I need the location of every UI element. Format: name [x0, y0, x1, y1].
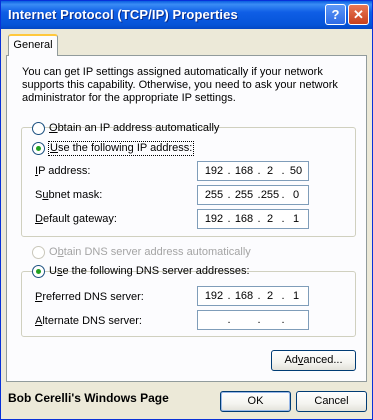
use-following-ip-option[interactable]: Use the following IP address:: [32, 141, 195, 156]
advanced-button[interactable]: Advanced...: [271, 350, 356, 371]
ip-address-input[interactable]: 192. 168. 2. 50: [197, 161, 309, 181]
obtain-dns-auto-radio[interactable]: [32, 246, 45, 259]
ok-button[interactable]: OK: [220, 391, 291, 412]
obtain-ip-auto-radio[interactable]: [32, 122, 45, 135]
use-following-dns-radio[interactable]: [32, 265, 45, 278]
preferred-dns-label: Preferred DNS server:: [35, 291, 144, 303]
tab-general[interactable]: General: [8, 34, 58, 56]
default-gateway-label: Default gateway:: [35, 213, 117, 225]
subnet-mask-input[interactable]: 255. 255. 255. 0: [197, 185, 309, 205]
preferred-dns-input[interactable]: 192. 168. 2. 1: [197, 286, 309, 306]
obtain-ip-auto-option[interactable]: Obtain an IP address automatically: [32, 122, 219, 136]
use-following-ip-label: Use the following IP address:: [47, 141, 195, 156]
title-bar[interactable]: Internet Protocol (TCP/IP) Properties ? …: [1, 1, 372, 29]
use-following-dns-option[interactable]: Use the following DNS server addresses:: [32, 265, 250, 279]
obtain-ip-auto-label: Obtain an IP address automatically: [49, 122, 220, 134]
close-button[interactable]: ✕: [348, 4, 369, 25]
footer-caption: Bob Cerelli's Windows Page: [8, 391, 169, 405]
tcpip-properties-dialog: Internet Protocol (TCP/IP) Properties ? …: [0, 0, 373, 420]
use-following-ip-radio[interactable]: [32, 142, 45, 155]
window-title: Internet Protocol (TCP/IP) Properties: [8, 7, 238, 22]
alternate-dns-label: Alternate DNS server:: [35, 315, 142, 327]
info-text: You can get IP settings assigned automat…: [22, 66, 338, 104]
cancel-button[interactable]: Cancel: [296, 391, 367, 412]
help-button[interactable]: ?: [325, 4, 346, 25]
default-gateway-input[interactable]: 192. 168. 2. 1: [197, 209, 309, 229]
alternate-dns-input[interactable]: . . .: [197, 310, 309, 330]
subnet-mask-label: Subnet mask:: [35, 189, 103, 201]
use-following-dns-label: Use the following DNS server addresses:: [49, 265, 250, 277]
ip-address-label: IP address:: [35, 165, 91, 177]
obtain-dns-auto-label: Obtain DNS server address automatically: [49, 246, 251, 258]
